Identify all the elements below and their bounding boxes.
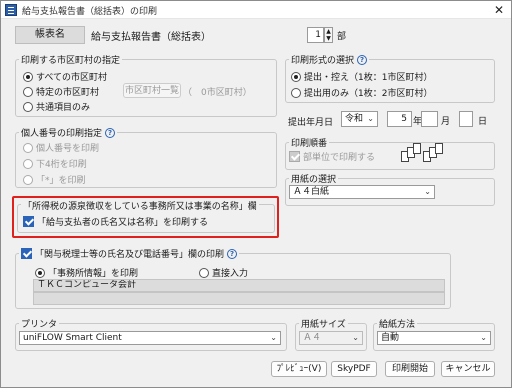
print-format-title-row: 印刷形式の選択 ? (289, 53, 370, 66)
paper-title: 用紙の選択 (289, 172, 339, 185)
radio-icon[interactable] (23, 158, 33, 169)
year-input[interactable]: 5 (387, 111, 412, 127)
printer-label: プリンタ (19, 317, 60, 330)
municipality-option-all[interactable]: すべての市区町村 (23, 70, 107, 83)
tax-accountant-title-row[interactable]: 「関与税理士等の氏名及び電話番号」欄の印刷 ? (19, 247, 240, 260)
individual-number-title-row: 個人番号の印刷指定 ? (19, 126, 118, 139)
collate-icon (401, 143, 445, 167)
option-label: 提出・控え（1枚：1市区町村） (304, 73, 433, 83)
radio-icon[interactable] (23, 174, 33, 185)
office-name-field: ＴＫＣコンピュータ会計 (33, 279, 445, 292)
skypdf-button[interactable]: SkyPDF (331, 361, 377, 377)
radio-selected-icon[interactable] (23, 71, 33, 82)
day-unit: 日 (478, 117, 488, 127)
day-input[interactable] (459, 111, 473, 127)
paper-size-label: 用紙サイズ (299, 317, 348, 330)
feed-label: 給紙方法 (377, 317, 418, 330)
municipality-option-specific[interactable]: 特定の市区町村 (23, 85, 99, 98)
preview-button[interactable]: ﾌﾟﾚﾋﾞｭｰ(V) (271, 361, 327, 377)
print-start-button[interactable]: 印刷開始 (385, 361, 435, 377)
printer-value: uniFLOW Smart Client (23, 333, 122, 343)
highlight-box (12, 196, 279, 238)
chevron-down-icon: ⌄ (270, 333, 277, 342)
radio-icon[interactable] (199, 267, 209, 278)
municipality-option-common[interactable]: 共通項目のみ (23, 100, 90, 113)
option-label: すべての市区町村 (36, 73, 108, 83)
checkbox-checked-icon[interactable] (21, 248, 32, 259)
dialog-window: 給与支払報告書（総括表）の印刷 ✕ 帳表名 給与支払報告書（総括表） 1 ▲ ▼ … (0, 0, 512, 388)
close-icon[interactable]: ✕ (491, 2, 507, 18)
help-icon[interactable]: ? (105, 127, 116, 138)
print-order-checkbox-label: 部単位で印刷する (303, 153, 376, 163)
print-format-option-submit[interactable]: 提出用のみ（1枚：2市区町村） (291, 86, 432, 99)
option-label: 「*」を印刷 (36, 176, 86, 186)
radio-selected-icon[interactable] (291, 71, 301, 82)
title-bar: 給与支払報告書（総括表）の印刷 ✕ (1, 1, 511, 19)
submit-date-label: 提出年月日 (288, 118, 334, 128)
chevron-down-icon: ⌄ (352, 333, 359, 342)
tax-option-office[interactable]: 「事務所情報」を印刷 (35, 266, 138, 279)
individual-option-full[interactable]: 個人番号を印刷 (23, 141, 99, 154)
feed-value: 自動 (381, 333, 400, 343)
option-label: 個人番号を印刷 (36, 144, 100, 154)
print-format-option-both[interactable]: 提出・控え（1枚：1市区町村） (291, 70, 432, 83)
chevron-down-icon: ⌄ (367, 114, 374, 123)
era-value: 令和 (345, 114, 364, 124)
feed-select[interactable]: 自動 ⌄ (377, 331, 491, 345)
paper-size-value: Ａ４ (303, 333, 322, 343)
individual-number-title: 個人番号の印刷指定 (21, 129, 103, 139)
chevron-down-icon: ⌄ (424, 187, 431, 196)
era-select[interactable]: 令和 ⌄ (341, 111, 378, 127)
copies-spinner[interactable]: ▲ ▼ (324, 27, 333, 43)
print-order-checkbox-row[interactable]: 部単位で印刷する (289, 150, 375, 163)
option-label: 下4桁を印刷 (36, 160, 87, 170)
month-unit: 月 (441, 117, 451, 127)
radio-selected-icon[interactable] (35, 267, 45, 278)
copies-input[interactable]: 1 (307, 27, 324, 43)
checkbox-disabled-icon[interactable] (289, 151, 300, 162)
cancel-button[interactable]: キャンセル (441, 361, 495, 377)
tax-accountant-checkbox-label: 「関与税理士等の氏名及び電話番号」欄の印刷 (35, 250, 225, 260)
paper-select[interactable]: Ａ４白紙 ⌄ (289, 185, 435, 199)
radio-icon[interactable] (23, 86, 33, 97)
help-icon[interactable]: ? (357, 54, 368, 65)
paper-size-select[interactable]: Ａ４ ⌄ (299, 331, 363, 345)
option-label: 共通項目のみ (36, 103, 91, 113)
help-icon[interactable]: ? (227, 248, 238, 259)
print-order-title: 印刷順番 (289, 136, 330, 149)
radio-icon[interactable] (291, 87, 301, 98)
form-name-label: 帳表名 (15, 26, 85, 44)
option-label: 特定の市区町村 (36, 88, 100, 98)
option-label: 直接入力 (212, 269, 249, 279)
option-label: 「事務所情報」を印刷 (48, 269, 139, 279)
app-icon (5, 4, 17, 16)
month-input[interactable] (421, 111, 438, 127)
office-extra-field (33, 292, 445, 305)
individual-option-last4[interactable]: 下4桁を印刷 (23, 157, 87, 170)
radio-icon[interactable] (23, 142, 33, 153)
window-title: 給与支払報告書（総括表）の印刷 (22, 7, 158, 17)
municipality-count: （ 0市区町村） (183, 88, 252, 98)
individual-option-asterisk[interactable]: 「*」を印刷 (23, 173, 86, 186)
tax-option-direct[interactable]: 直接入力 (199, 266, 248, 279)
chevron-down-icon: ⌄ (480, 333, 487, 342)
printer-select[interactable]: uniFLOW Smart Client ⌄ (19, 331, 281, 345)
radio-icon[interactable] (23, 101, 33, 112)
municipality-list-button[interactable]: 市区町村一覧 (123, 83, 181, 98)
paper-value: Ａ４白紙 (293, 187, 330, 197)
print-format-title: 印刷形式の選択 (291, 56, 355, 66)
option-label: 提出用のみ（1枚：2市区町村） (304, 89, 433, 99)
form-name-value: 給与支払報告書（総括表） (91, 32, 211, 43)
copies-unit: 部 (337, 32, 347, 42)
municipality-title: 印刷する市区町村の指定 (19, 53, 123, 66)
